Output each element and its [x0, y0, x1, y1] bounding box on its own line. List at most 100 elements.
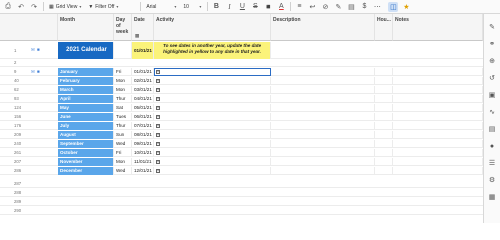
- table-row[interactable]: 287: [0, 180, 483, 188]
- calendar-title-cell[interactable]: 2021 Calendar: [58, 42, 114, 59]
- summary-icon[interactable]: ▣: [487, 90, 497, 100]
- description-cell[interactable]: [271, 113, 375, 121]
- column-header-date[interactable]: Date ▩: [132, 14, 154, 41]
- day-of-week-cell[interactable]: Wed: [114, 140, 132, 148]
- clear-format-icon[interactable]: ⊘: [320, 2, 330, 12]
- activity-cell[interactable]: +: [154, 122, 271, 130]
- activity-icon[interactable]: ∿: [487, 107, 497, 117]
- undo-icon[interactable]: ↶: [16, 2, 26, 12]
- hours-cell[interactable]: [375, 95, 393, 103]
- activity-cell[interactable]: +: [154, 95, 271, 103]
- year-date-cell[interactable]: 01/01/21: [132, 42, 154, 59]
- table-row[interactable]: 240 September Wed 09/01/21 +: [0, 140, 483, 148]
- lightbulb-icon[interactable]: ●: [487, 141, 497, 151]
- day-of-week-cell[interactable]: Wed: [114, 167, 132, 175]
- activity-cell[interactable]: +: [154, 140, 271, 148]
- date-cell[interactable]: 11/01/21: [132, 158, 154, 166]
- month-cell[interactable]: December: [58, 167, 114, 175]
- wrap-text-icon[interactable]: ↩: [307, 2, 317, 12]
- date-cell[interactable]: 04/01/21: [132, 95, 154, 103]
- description-cell[interactable]: [271, 77, 375, 85]
- expand-icon[interactable]: +: [156, 114, 160, 119]
- month-cell[interactable]: January: [58, 68, 114, 76]
- forms-icon[interactable]: ☰: [487, 158, 497, 168]
- month-cell[interactable]: July: [58, 122, 114, 130]
- expand-icon[interactable]: +: [156, 96, 160, 101]
- column-header-month[interactable]: Month: [58, 14, 114, 41]
- day-of-week-cell[interactable]: Mon: [114, 86, 132, 94]
- activity-cell[interactable]: +: [154, 167, 271, 175]
- description-cell[interactable]: [271, 95, 375, 103]
- notes-cell[interactable]: [393, 167, 483, 175]
- settings-icon[interactable]: ⚙: [487, 175, 497, 185]
- column-header-description[interactable]: Description: [271, 14, 375, 41]
- table-row[interactable]: 9 ✉ ■ January Fri 01/01/21 +: [0, 68, 483, 76]
- description-cell[interactable]: [271, 149, 375, 157]
- description-cell[interactable]: [271, 86, 375, 94]
- expand-icon[interactable]: +: [156, 78, 160, 83]
- activity-cell[interactable]: +: [154, 131, 271, 139]
- hours-cell[interactable]: [375, 167, 393, 175]
- notes-cell[interactable]: [393, 122, 483, 130]
- align-icon[interactable]: ≡: [294, 2, 304, 12]
- day-cell[interactable]: [114, 42, 132, 59]
- date-cell[interactable]: 07/01/21: [132, 122, 154, 130]
- table-row[interactable]: 1 ✉ ■ 2021 Calendar 01/01/21 To see date…: [0, 42, 483, 59]
- table-row[interactable]: 288: [0, 189, 483, 197]
- activity-cell[interactable]: +: [154, 158, 271, 166]
- comment-icon[interactable]: ✉: [31, 69, 36, 74]
- day-of-week-cell[interactable]: Tues: [114, 113, 132, 121]
- comment-icon[interactable]: ✉: [31, 47, 36, 52]
- hours-cell[interactable]: [375, 68, 393, 76]
- fill-color-icon[interactable]: ◾: [263, 2, 273, 12]
- date-cell[interactable]: 05/01/21: [132, 104, 154, 112]
- activity-cell[interactable]: +: [154, 77, 271, 85]
- table-row[interactable]: 40 February Mon 02/01/21 +: [0, 77, 483, 85]
- expand-icon[interactable]: +: [156, 159, 160, 164]
- more-icon[interactable]: ⋯: [372, 2, 382, 12]
- date-cell[interactable]: 09/01/21: [132, 140, 154, 148]
- day-of-week-cell[interactable]: Thur: [114, 95, 132, 103]
- expand-icon[interactable]: +: [156, 87, 160, 92]
- attachment-icon[interactable]: ■: [37, 69, 42, 74]
- bold-button[interactable]: B: [211, 2, 221, 12]
- notes-cell[interactable]: [393, 113, 483, 121]
- hours-cell[interactable]: [375, 104, 393, 112]
- notes-cell[interactable]: [393, 95, 483, 103]
- notes-cell[interactable]: [393, 140, 483, 148]
- column-header-activity[interactable]: Activity: [154, 14, 271, 41]
- hours-cell[interactable]: [375, 122, 393, 130]
- format-painter-icon[interactable]: ✎: [333, 2, 343, 12]
- highlight-icon[interactable]: ★: [401, 2, 411, 12]
- history-icon[interactable]: ↺: [487, 73, 497, 83]
- underline-button[interactable]: U: [237, 2, 247, 12]
- table-row[interactable]: 124 May Sat 05/01/21 +: [0, 104, 483, 112]
- font-family-select[interactable]: Arial ▾: [144, 2, 178, 12]
- filter-button[interactable]: ▼ Filter Off ▾: [86, 2, 120, 12]
- activity-cell[interactable]: +: [154, 104, 271, 112]
- activity-cell[interactable]: +: [154, 68, 271, 76]
- notes-cell[interactable]: [393, 68, 483, 76]
- month-cell[interactable]: August: [58, 131, 114, 139]
- day-of-week-cell[interactable]: Mon: [114, 158, 132, 166]
- activity-cell[interactable]: +: [154, 149, 271, 157]
- month-cell[interactable]: April: [58, 95, 114, 103]
- hours-cell[interactable]: [375, 86, 393, 94]
- currency-icon[interactable]: $: [359, 2, 369, 12]
- notes-cell[interactable]: [393, 104, 483, 112]
- activity-cell[interactable]: +: [154, 86, 271, 94]
- table-row[interactable]: 2: [0, 59, 483, 67]
- hours-cell[interactable]: [375, 149, 393, 157]
- month-cell[interactable]: November: [58, 158, 114, 166]
- date-cell[interactable]: 08/01/21: [132, 131, 154, 139]
- table-row[interactable]: 286 December Wed 12/01/21 +: [0, 167, 483, 175]
- notes-cell[interactable]: [393, 158, 483, 166]
- description-cell[interactable]: [271, 104, 375, 112]
- month-cell[interactable]: February: [58, 77, 114, 85]
- description-cell[interactable]: [271, 122, 375, 130]
- document-icon[interactable]: ▤: [487, 124, 497, 134]
- expand-icon[interactable]: +: [156, 132, 160, 137]
- text-color-button[interactable]: A: [276, 2, 286, 12]
- month-cell[interactable]: September: [58, 140, 114, 148]
- notes-cell[interactable]: [393, 131, 483, 139]
